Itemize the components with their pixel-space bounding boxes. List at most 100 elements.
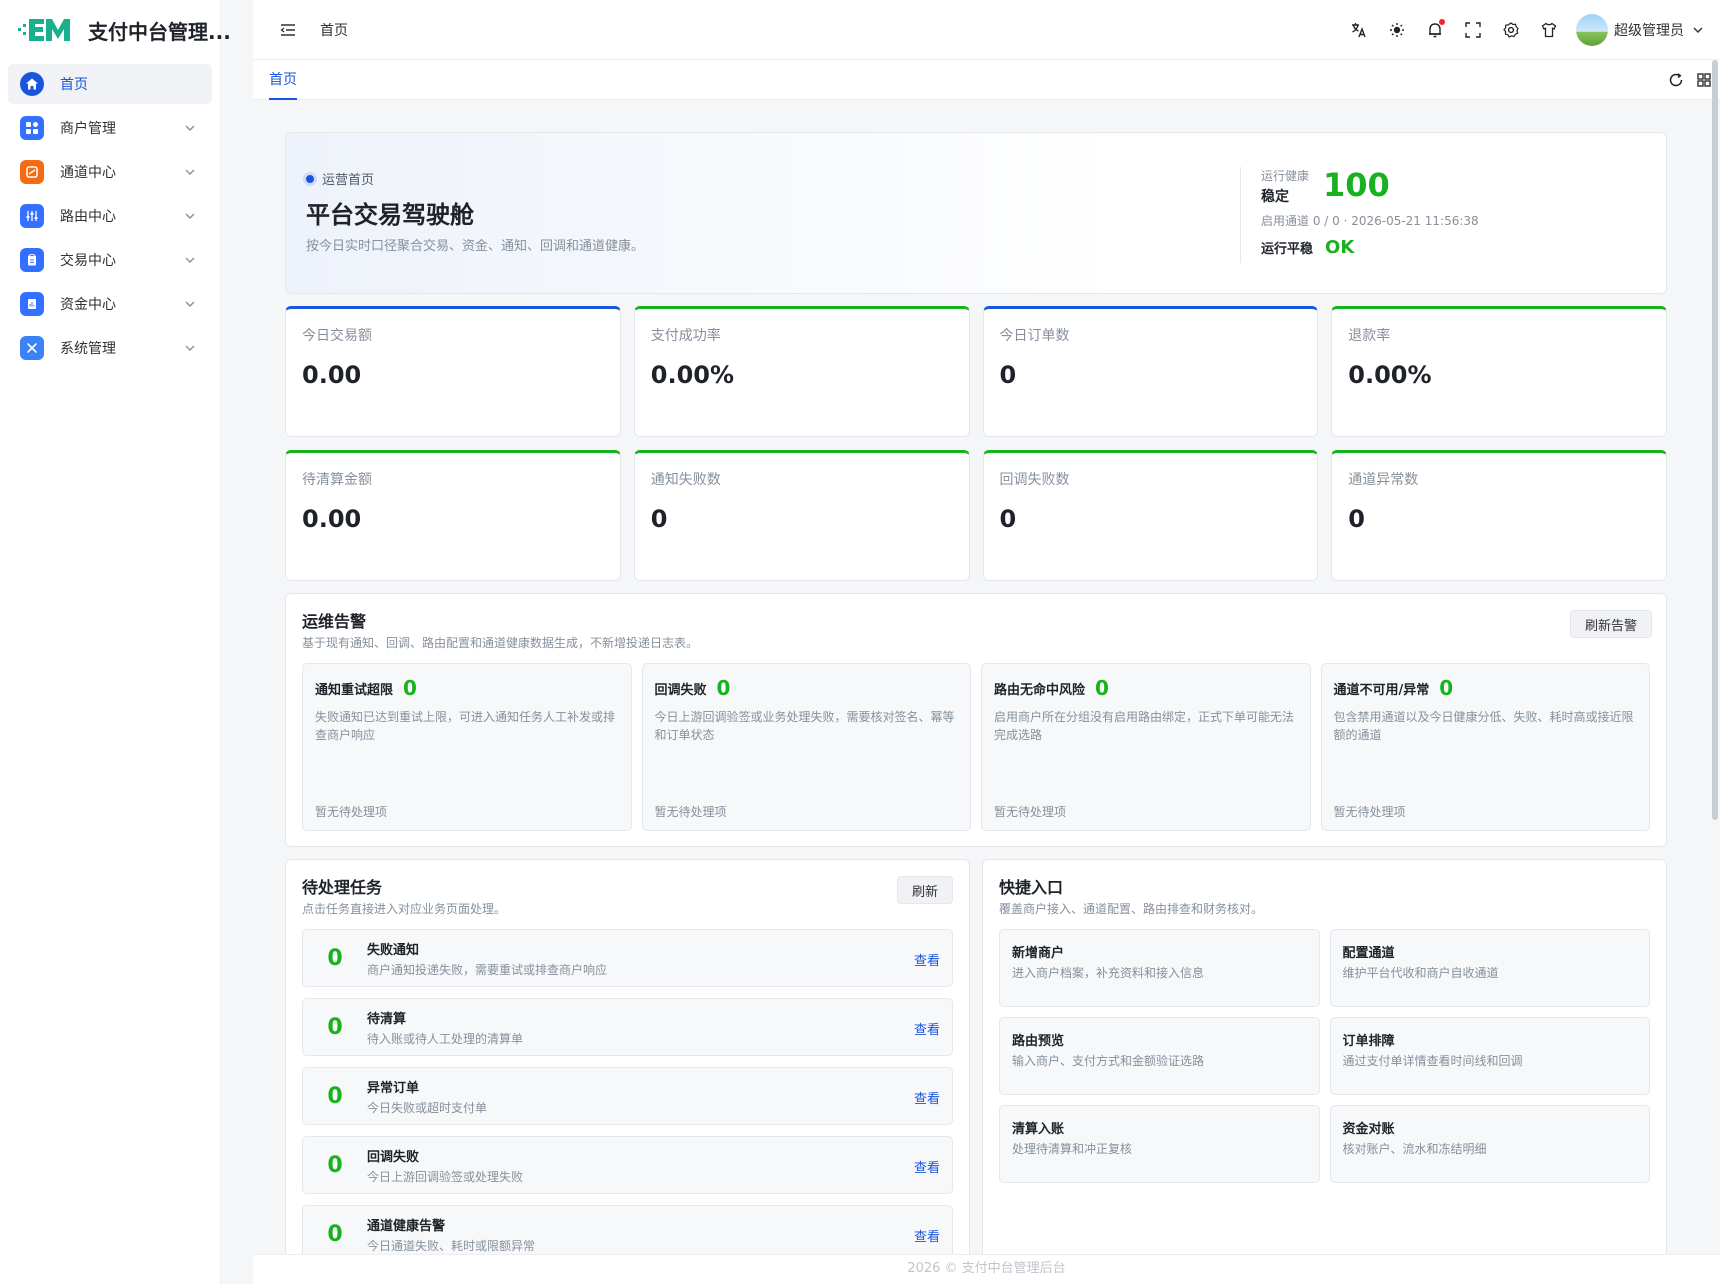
task-count: 0	[327, 1152, 343, 1178]
refresh-alerts-button[interactable]: 刷新告警	[1569, 610, 1652, 638]
user-name[interactable]: 超级管理员	[1614, 20, 1684, 40]
refresh-tasks-button[interactable]: 刷新	[896, 876, 953, 904]
shirt-icon[interactable]	[1530, 11, 1568, 49]
section-subtitle: 点击任务直接进入对应业务页面处理。	[302, 902, 507, 916]
ops-alerts-panel: 运维告警 基于现有通知、回调、路由配置和通道健康数据生成，不新增投递日志表。 刷…	[285, 593, 1667, 847]
header-actions: 超级管理员	[1340, 0, 1720, 60]
footer: 2026 © 支付中台管理后台	[253, 1254, 1720, 1284]
sidebar-item-home[interactable]: 首页	[8, 64, 212, 104]
avatar[interactable]	[1576, 14, 1608, 46]
view-link[interactable]: 查看	[914, 1226, 940, 1245]
theme-sun-icon[interactable]	[1378, 11, 1416, 49]
quick-description: 通过支付单详情查看时间线和回调	[1342, 1054, 1523, 1068]
alert-card[interactable]: 回调失败 0 今日上游回调验签或业务处理失败，需要核对签名、幂等和订单状态 暂无待…	[641, 663, 971, 831]
breadcrumb[interactable]: 首页	[320, 20, 348, 40]
stat-value: 0.00	[302, 361, 362, 389]
chevron-down-icon	[185, 169, 195, 175]
stat-label: 通知失败数	[650, 472, 721, 488]
page-scrollbar[interactable]	[1712, 60, 1718, 820]
sidebar-item-funds[interactable]: 资金中心	[8, 284, 212, 324]
task-item[interactable]: 0 异常订单 今日失败或超时支付单 查看	[302, 1067, 953, 1125]
task-item[interactable]: 0 待清算 待入账或待人工处理的清算单 查看	[302, 998, 953, 1056]
main-content: 运营首页 平台交易驾驶舱 按今日实时口径聚合交易、资金、通知、回调和通道健康。 …	[253, 100, 1699, 1254]
sidebar-item-channel[interactable]: 通道中心	[8, 152, 212, 192]
quick-entry-panel: 快捷入口 覆盖商户接入、通道配置、路由排查和财务核对。 新增商户 进入商户档案，补…	[982, 859, 1667, 1254]
sidebar-item-trade[interactable]: 交易中心	[8, 240, 212, 280]
fullscreen-icon[interactable]	[1454, 11, 1492, 49]
quick-entry-reconcile[interactable]: 资金对账 核对账户、流水和冻结明细	[1329, 1105, 1650, 1183]
task-item[interactable]: 0 通道健康告警 今日通道失败、耗时或限额异常 查看	[302, 1205, 953, 1254]
section-title: 待处理任务	[302, 878, 383, 897]
chevron-down-icon	[185, 345, 195, 351]
sidebar-item-system[interactable]: 系统管理	[8, 328, 212, 368]
tab-home[interactable]: 首页	[269, 60, 297, 100]
brand[interactable]: 支付中台管理...	[0, 0, 231, 60]
view-link[interactable]: 查看	[914, 1157, 940, 1176]
task-title: 回调失败	[367, 1149, 420, 1165]
task-count: 0	[327, 1083, 343, 1109]
quick-title: 清算入账	[1012, 1122, 1065, 1137]
clipboard-icon	[20, 248, 44, 272]
health-state: 稳定	[1261, 189, 1289, 205]
alert-card[interactable]: 路由无命中风险 0 启用商户所在分组没有启用路由绑定，正式下单可能无法完成选路 暂…	[981, 663, 1311, 831]
alert-description: 包含禁用通道以及今日健康分低、失败、耗时高或接近限额的通道	[1333, 710, 1634, 742]
quick-entry-new-merchant[interactable]: 新增商户 进入商户档案，补充资料和接入信息	[999, 929, 1320, 1007]
refresh-icon[interactable]	[1666, 70, 1686, 90]
health-panel: 运行健康 稳定 100 启用通道 0 / 0 · 2026-05-21 11:5…	[1240, 167, 1479, 263]
sidebar-item-label: 交易中心	[60, 253, 116, 269]
quick-entry-settlement[interactable]: 清算入账 处理待清算和冲正复核	[999, 1105, 1320, 1183]
grid-layout-icon[interactable]	[1694, 70, 1714, 90]
quick-description: 输入商户、支付方式和金额验证选路	[1012, 1054, 1205, 1068]
view-link[interactable]: 查看	[914, 1019, 940, 1038]
task-item[interactable]: 0 回调失败 今日上游回调验签或处理失败 查看	[302, 1136, 953, 1194]
quick-entry-route-preview[interactable]: 路由预览 输入商户、支付方式和金额验证选路	[999, 1017, 1320, 1095]
chevron-down-icon[interactable]	[1692, 24, 1704, 36]
logo-icon	[18, 15, 72, 45]
stat-label: 今日订单数	[999, 328, 1070, 344]
quick-entry-order-debug[interactable]: 订单排障 通过支付单详情查看时间线和回调	[1329, 1017, 1650, 1095]
stat-card: 退款率 0.00%	[1331, 306, 1667, 437]
sidebar-item-merchant[interactable]: 商户管理	[8, 108, 212, 148]
alert-title: 通道不可用/异常	[1333, 682, 1430, 698]
alert-description: 失败通知已达到重试上限，可进入通知任务人工补发或排查商户响应	[315, 710, 616, 742]
bell-icon[interactable]	[1416, 11, 1454, 49]
status-dot	[306, 174, 314, 183]
tab-bar: 首页	[253, 60, 1720, 100]
quick-description: 维护平台代收和商户自收通道	[1342, 966, 1499, 980]
settings-icon[interactable]	[1492, 11, 1530, 49]
sidebar-item-routing[interactable]: 路由中心	[8, 196, 212, 236]
sidebar: 支付中台管理... 首页 商户管理 通道中心 路由中心 交易中心 资金中心 系统…	[0, 0, 231, 1284]
view-link[interactable]: 查看	[914, 1088, 940, 1107]
alert-card[interactable]: 通道不可用/异常 0 包含禁用通道以及今日健康分低、失败、耗时高或接近限额的通道 …	[1320, 663, 1650, 831]
health-label: 运行健康	[1261, 169, 1310, 183]
alert-grid: 通知重试超限 0 失败通知已达到重试上限，可进入通知任务人工补发或排查商户响应 暂…	[302, 663, 1650, 831]
task-title: 异常订单	[367, 1080, 420, 1096]
alert-empty-text: 暂无待处理项	[1333, 805, 1406, 819]
translate-icon[interactable]	[1340, 11, 1378, 49]
notification-dot	[1439, 19, 1445, 25]
health-meta: 启用通道 0 / 0 · 2026-05-21 11:56:38	[1261, 214, 1479, 228]
section-subtitle: 基于现有通知、回调、路由配置和通道健康数据生成，不新增投递日志表。	[302, 636, 699, 650]
home-icon	[20, 72, 44, 96]
stat-card: 回调失败数 0	[982, 450, 1319, 581]
alert-card[interactable]: 通知重试超限 0 失败通知已达到重试上限，可进入通知任务人工补发或排查商户响应 暂…	[302, 663, 632, 831]
pending-tasks-panel: 待处理任务 点击任务直接进入对应业务页面处理。 刷新 0 失败通知 商户通知投递失…	[285, 859, 970, 1254]
view-link[interactable]: 查看	[914, 950, 940, 969]
stat-value: 0	[1348, 505, 1365, 533]
health-score: 100	[1323, 166, 1390, 204]
menu-collapse-icon[interactable]	[276, 18, 300, 42]
quick-entry-config-channel[interactable]: 配置通道 维护平台代收和商户自收通道	[1329, 929, 1650, 1007]
stat-label: 通道异常数	[1348, 472, 1419, 488]
stat-label: 今日交易额	[302, 328, 372, 344]
page-description: 按今日实时口径聚合交易、资金、通知、回调和通道健康。	[306, 239, 645, 254]
sidebar-item-label: 资金中心	[60, 297, 116, 313]
stat-label: 回调失败数	[999, 472, 1070, 488]
run-status-value: OK	[1325, 237, 1355, 258]
task-description: 今日通道失败、耗时或限额异常	[367, 1238, 536, 1253]
ledger-icon	[20, 292, 44, 316]
chevron-down-icon	[185, 125, 195, 131]
sidebar-item-label: 通道中心	[60, 165, 116, 181]
alert-title: 回调失败	[654, 682, 707, 698]
stat-grid: 今日交易额 0.00 支付成功率 0.00% 今日订单数 0 退款率 0.00% 待清算…	[285, 306, 1667, 581]
task-item[interactable]: 0 失败通知 商户通知投递失败，需要重试或排查商户响应 查看	[302, 929, 953, 987]
